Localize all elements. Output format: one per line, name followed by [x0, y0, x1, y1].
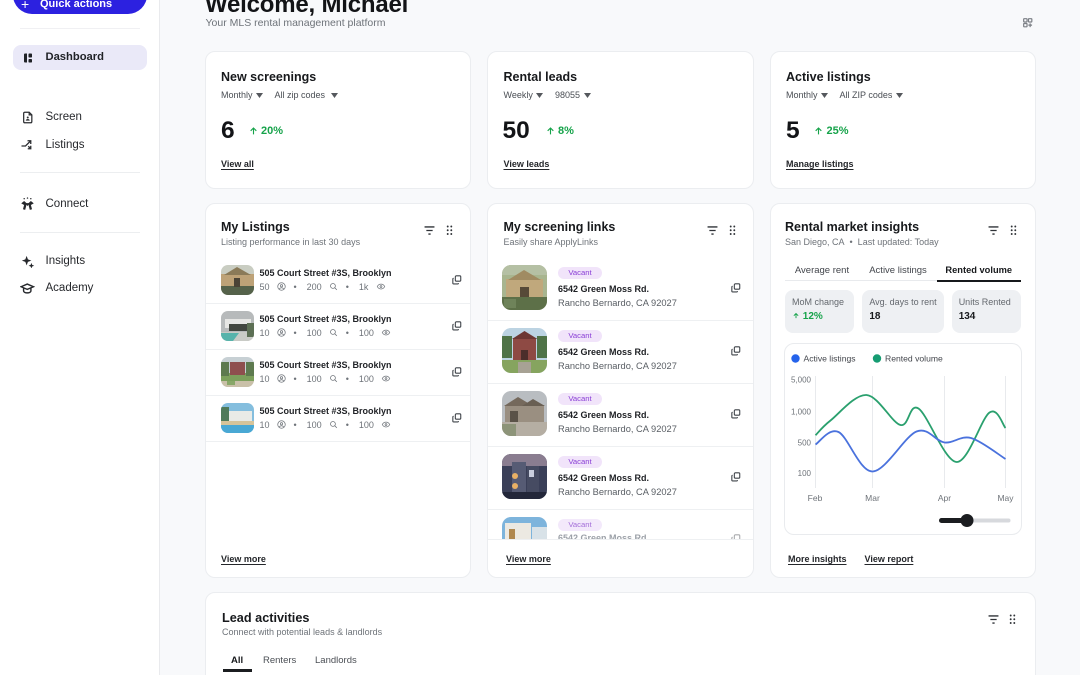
- svg-text:5,000: 5,000: [790, 375, 811, 384]
- svg-text:100: 100: [797, 469, 811, 478]
- svg-text:Mar: Mar: [865, 493, 880, 503]
- svg-text:Apr: Apr: [937, 493, 950, 503]
- svg-text:500: 500: [797, 438, 811, 447]
- svg-text:Rented volume: Rented volume: [885, 353, 943, 363]
- svg-text:Feb: Feb: [807, 493, 822, 503]
- svg-text:1,000: 1,000: [790, 407, 811, 416]
- svg-text:May: May: [997, 493, 1014, 503]
- svg-text:Active listings: Active listings: [803, 353, 855, 363]
